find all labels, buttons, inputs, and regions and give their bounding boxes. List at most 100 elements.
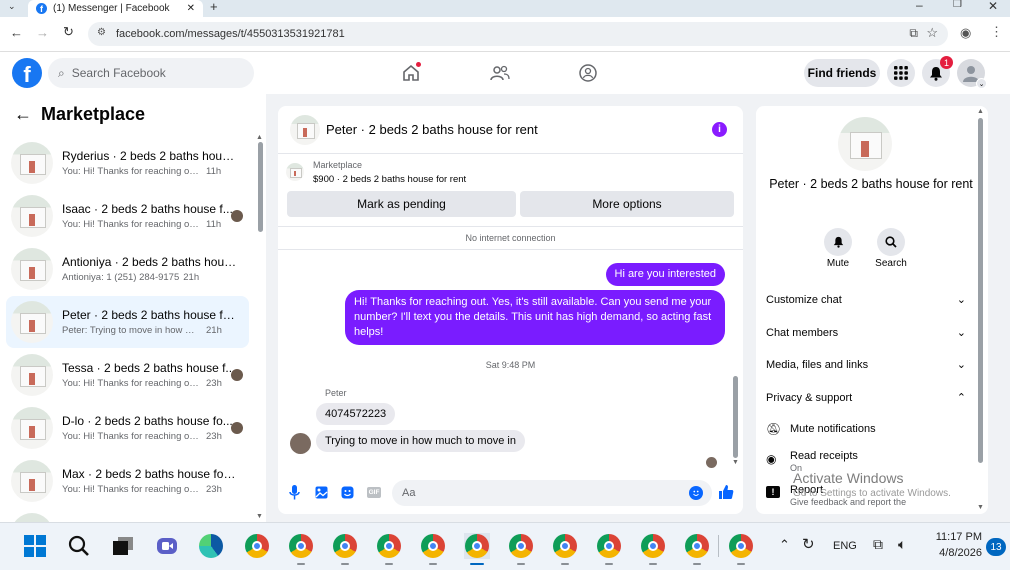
browser-tab[interactable]: f (1) Messenger | Facebook ✕	[28, 0, 203, 17]
forward-icon[interactable]: →	[36, 25, 49, 40]
details-scroll-up-icon[interactable]: ▲	[977, 108, 984, 115]
language-indicator[interactable]: ENG	[833, 540, 857, 552]
chrome-icon[interactable]	[728, 533, 754, 559]
chrome-icon[interactable]	[288, 533, 314, 559]
conversation-item[interactable]: Peter · 2 beds 2 baths house for ... Pete…	[6, 296, 249, 348]
facebook-logo-icon[interactable]: f	[12, 58, 42, 88]
friends-icon[interactable]	[488, 62, 512, 84]
message-incoming[interactable]: 4074572223	[316, 403, 396, 425]
sender-avatar[interactable]	[290, 433, 311, 454]
details-avatar[interactable]	[838, 117, 892, 171]
home-icon[interactable]	[399, 62, 423, 84]
window-close-icon[interactable]: ✕	[988, 0, 998, 13]
microphone-icon[interactable]	[289, 485, 300, 503]
customize-chat-item[interactable]: Customize chat ⌄	[766, 293, 966, 307]
start-icon[interactable]	[22, 533, 48, 559]
conversation-avatar	[11, 301, 53, 343]
listing-summary[interactable]: $900 · 2 beds 2 baths house for rent	[313, 174, 466, 185]
message-input[interactable]: Aa	[392, 480, 712, 506]
chrome-icon[interactable]	[640, 533, 666, 559]
sidebar-scrollbar[interactable]	[258, 142, 263, 232]
groups-icon[interactable]	[576, 62, 600, 84]
message-outgoing[interactable]: Hi! Thanks for reaching out. Yes, it's s…	[345, 290, 725, 345]
privacy-support-item[interactable]: Privacy & support ⌃	[766, 391, 966, 405]
account-avatar[interactable]: ⌄	[957, 59, 987, 89]
chrome-icon[interactable]	[376, 533, 402, 559]
menu-kebab-icon[interactable]: ⋮	[990, 24, 1003, 40]
chrome-icon[interactable]	[596, 533, 622, 559]
bookmark-star-icon[interactable]: ☆	[926, 25, 938, 41]
menu-grid-icon[interactable]	[887, 59, 915, 87]
conversation-item[interactable]: Jessica · 2 beds 2 baths house fo...	[6, 508, 249, 522]
meet-icon[interactable]	[154, 533, 180, 559]
mute-bell-icon[interactable]	[824, 228, 852, 256]
conversation-item[interactable]: Tessa · 2 beds 2 baths house f... You: Hi…	[6, 349, 249, 401]
mark-as-pending-button[interactable]: Mark as pending	[287, 191, 516, 217]
chat-header: Peter · 2 beds 2 baths house for rent i	[278, 106, 743, 154]
chat-scrollbar[interactable]	[733, 376, 738, 458]
chrome-icon[interactable]	[420, 533, 446, 559]
conversation-item[interactable]: Antioniya · 2 beds 2 baths hous... Antion…	[6, 243, 249, 295]
reload-icon[interactable]: ↻	[63, 24, 74, 40]
search-conversation-icon[interactable]	[877, 228, 905, 256]
site-info-icon[interactable]: ⚙	[97, 27, 106, 38]
conversation-item[interactable]: Max · 2 beds 2 baths house for r... You: …	[6, 455, 249, 507]
new-tab-icon[interactable]: +	[210, 0, 218, 14]
clock-time[interactable]: 11:17 PM	[930, 531, 982, 543]
search-label[interactable]: Search	[869, 258, 913, 269]
profile-icon[interactable]: ◉	[960, 25, 971, 41]
chrome-icon[interactable]	[332, 533, 358, 559]
chat-scroll-down-icon[interactable]: ▼	[732, 459, 739, 466]
chrome-icon[interactable]	[464, 533, 490, 559]
message-incoming[interactable]: Trying to move in how much to move in	[316, 430, 525, 452]
chrome-icon[interactable]	[684, 533, 710, 559]
tab-search-icon[interactable]: ⌄	[8, 1, 16, 12]
search-taskbar-icon[interactable]	[66, 533, 92, 559]
chrome-icon[interactable]	[552, 533, 578, 559]
info-icon[interactable]: i	[712, 122, 727, 137]
task-view-icon[interactable]	[110, 533, 136, 559]
url-text: facebook.com/messages/t/4550313531921781	[116, 28, 345, 40]
scroll-up-icon[interactable]: ▲	[256, 134, 263, 141]
gif-icon[interactable]: GIF	[367, 487, 381, 498]
notification-center-badge[interactable]: 13	[986, 538, 1006, 556]
message-outgoing[interactable]: Hi are you interested	[605, 263, 725, 286]
search-input[interactable]: ⌕ Search Facebook	[48, 58, 254, 88]
emoji-icon[interactable]	[689, 486, 703, 500]
volume-icon[interactable]: 🔈︎	[898, 536, 906, 553]
conversation-item[interactable]: Ryderius · 2 beds 2 baths house ... You: …	[6, 137, 249, 189]
url-field[interactable]: ⚙ facebook.com/messages/t/45503135319217…	[88, 22, 948, 46]
details-scroll-down-icon[interactable]: ▼	[977, 504, 984, 511]
media-files-links-item[interactable]: Media, files and links ⌄	[766, 358, 966, 372]
details-scrollbar[interactable]	[978, 118, 983, 463]
chrome-icon[interactable]	[244, 533, 270, 559]
clock-date[interactable]: 4/8/2026	[930, 547, 982, 559]
show-hidden-icons-icon[interactable]: ⌃	[779, 537, 790, 553]
edge-icon[interactable]	[198, 533, 224, 559]
listing-thumbnail[interactable]	[286, 163, 304, 181]
sticker-icon[interactable]	[341, 486, 354, 502]
mute-notifications-item[interactable]: 🔕︎ Mute notifications	[766, 422, 966, 436]
restore-icon[interactable]: ❐	[953, 0, 962, 10]
chat-title[interactable]: Peter · 2 beds 2 baths house for rent	[326, 122, 538, 137]
conversation-item[interactable]: Isaac · 2 beds 2 baths house f... You: Hi…	[6, 190, 249, 242]
chrome-icon[interactable]	[508, 533, 534, 559]
mute-label[interactable]: Mute	[816, 258, 860, 269]
minimize-icon[interactable]: –	[916, 0, 923, 12]
tab-close-icon[interactable]: ✕	[187, 3, 195, 14]
install-icon[interactable]: ⧉	[909, 26, 918, 41]
find-friends-button[interactable]: Find friends	[804, 59, 880, 87]
thumbs-up-icon[interactable]	[718, 484, 734, 503]
back-icon[interactable]: ←	[10, 25, 23, 40]
conversation-item[interactable]: D-lo · 2 beds 2 baths house fo... You: Hi…	[6, 402, 249, 454]
more-options-button[interactable]: More options	[520, 191, 734, 217]
notifications-bell-icon[interactable]: 1	[922, 56, 953, 87]
chat-members-item[interactable]: Chat members ⌄	[766, 326, 966, 340]
photo-icon[interactable]	[315, 486, 328, 502]
conversation-details-panel: Peter · 2 beds 2 baths house for rent Mu…	[756, 106, 988, 514]
scroll-down-icon[interactable]: ▼	[256, 513, 263, 520]
chat-avatar[interactable]	[290, 114, 320, 145]
back-arrow-icon[interactable]: ←	[14, 104, 32, 125]
sync-icon[interactable]: ↻	[802, 535, 815, 553]
network-icon[interactable]: ⧉	[873, 536, 883, 553]
